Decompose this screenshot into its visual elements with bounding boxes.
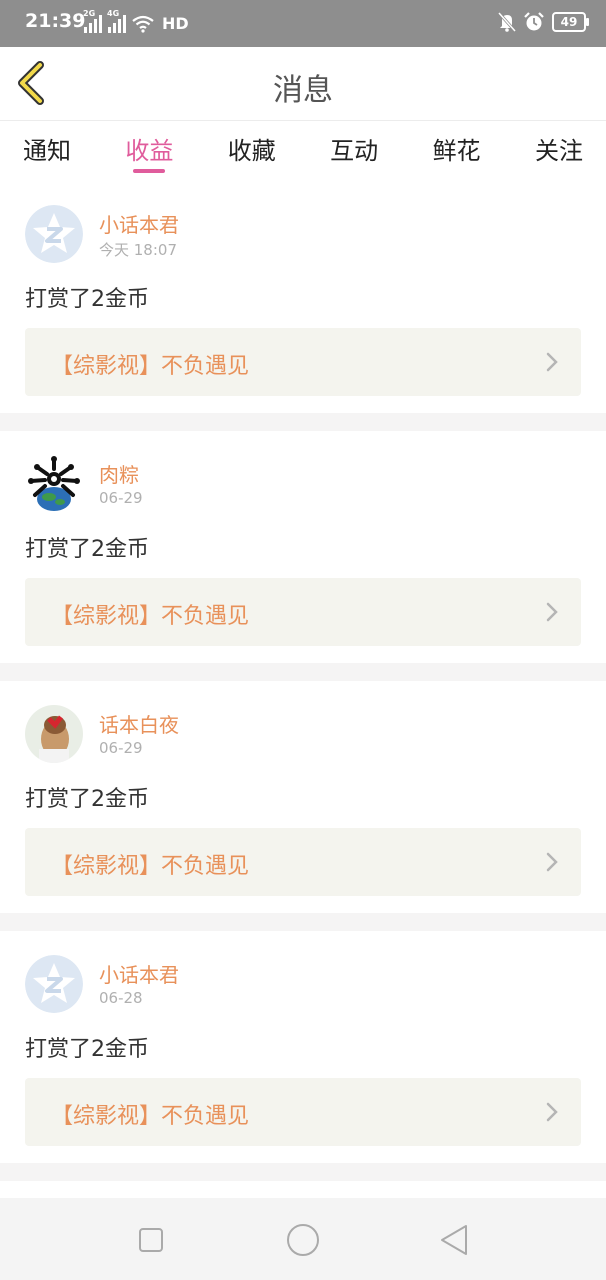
status-bar: 21:39 2G 4G HD 49: [0, 0, 606, 47]
status-right-icons: 49: [498, 12, 589, 32]
signal-icon: 2G: [83, 9, 102, 33]
divider: [0, 1163, 606, 1181]
tab-favorites[interactable]: 收藏: [228, 121, 276, 181]
message-card: 小话本君 今天 18:07 打赏了2金币 【综影视】不负遇见: [0, 181, 606, 413]
story-link[interactable]: 【综影视】不负遇见: [25, 578, 581, 646]
username[interactable]: 小话本君: [99, 959, 179, 988]
signal-icon: 4G: [107, 9, 126, 33]
story-title: 【综影视】不负遇见: [51, 854, 250, 879]
default-avatar-icon[interactable]: [25, 955, 83, 1013]
network-type: 2G: [83, 9, 96, 18]
chevron-right-icon: [546, 1102, 558, 1122]
page-title: 消息: [273, 73, 333, 108]
tab-flowers[interactable]: 鲜花: [433, 121, 481, 181]
username[interactable]: 小话本君: [99, 209, 179, 238]
tab-follow[interactable]: 关注: [535, 121, 583, 181]
nav-bar: [0, 1198, 606, 1280]
back-icon[interactable]: [436, 1222, 472, 1258]
timestamp: 06-28: [99, 989, 143, 1007]
status-time: 21:39: [25, 10, 86, 32]
story-link[interactable]: 【综影视】不负遇见: [25, 328, 581, 396]
message-text: 打赏了2金币: [25, 787, 149, 812]
message-card: 话本白夜 06-29 打赏了2金币 【综影视】不负遇见: [0, 681, 606, 913]
mute-icon: [498, 12, 516, 32]
message-card: 小话本君 06-28 打赏了2金币 【综影视】不负遇见: [0, 931, 606, 1163]
wifi-icon: [132, 15, 154, 33]
story-link[interactable]: 【综影视】不负遇见: [25, 828, 581, 896]
divider: [0, 663, 606, 681]
story-link[interactable]: 【综影视】不负遇见: [25, 1078, 581, 1146]
username[interactable]: 肉粽: [99, 459, 139, 488]
network-type: 4G: [107, 9, 120, 18]
username[interactable]: 话本白夜: [99, 709, 179, 738]
divider: [0, 413, 606, 431]
default-avatar-icon[interactable]: [25, 205, 83, 263]
alarm-icon: [524, 12, 544, 31]
home-icon[interactable]: [285, 1222, 321, 1258]
timestamp: 06-29: [99, 739, 143, 757]
message-text: 打赏了2金币: [25, 287, 149, 312]
globe-avatar[interactable]: [25, 455, 83, 513]
tab-earnings[interactable]: 收益: [125, 121, 173, 181]
divider: [0, 913, 606, 931]
hd-label: HD: [162, 14, 189, 33]
photo-avatar[interactable]: [25, 705, 83, 763]
tab-bar: 通知 收益 收藏 互动 鲜花 关注: [0, 121, 606, 181]
recent-apps-icon[interactable]: [133, 1222, 169, 1258]
message-card: 肉粽 06-29 打赏了2金币 【综影视】不负遇见: [0, 431, 606, 663]
message-text: 打赏了2金币: [25, 1037, 149, 1062]
battery-icon: 49: [552, 12, 589, 32]
timestamp: 今天 18:07: [99, 241, 177, 259]
story-title: 【综影视】不负遇见: [51, 354, 250, 379]
chevron-right-icon: [546, 852, 558, 872]
message-list: 小话本君 今天 18:07 打赏了2金币 【综影视】不负遇见 肉粽 06-29 …: [0, 181, 606, 1181]
story-title: 【综影视】不负遇见: [51, 604, 250, 629]
status-left-icons: 2G 4G HD: [83, 9, 189, 33]
tab-interaction[interactable]: 互动: [330, 121, 378, 181]
chevron-right-icon: [546, 352, 558, 372]
message-text: 打赏了2金币: [25, 537, 149, 562]
tab-notify[interactable]: 通知: [23, 121, 71, 181]
story-title: 【综影视】不负遇见: [51, 1104, 250, 1129]
timestamp: 06-29: [99, 489, 143, 507]
chevron-right-icon: [546, 602, 558, 622]
header: 消息: [0, 47, 606, 121]
